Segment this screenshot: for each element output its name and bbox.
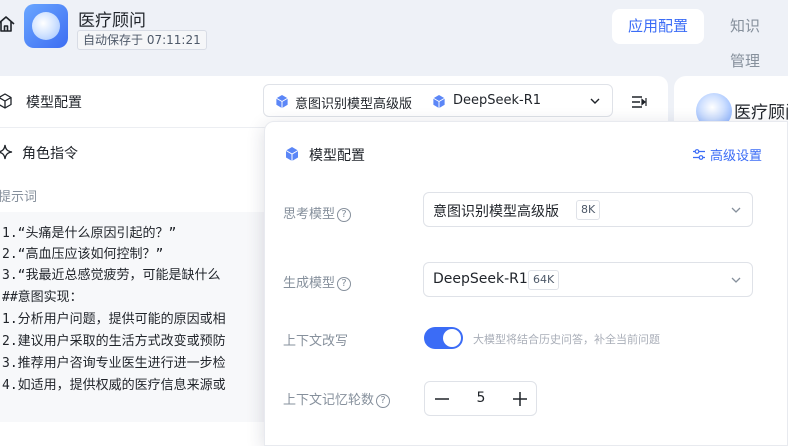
- help-icon[interactable]: ?: [337, 277, 352, 291]
- gen-model-label: 生成模型?: [283, 272, 352, 291]
- chevron-down-icon: [731, 277, 741, 283]
- chevron-down-icon: [731, 207, 741, 213]
- app-header: 医疗顾问 自动保存于 07:11:21 应用配置 知识管理: [0, 0, 788, 70]
- prompt-line: ##意图实现：: [2, 290, 83, 305]
- app-logo: [24, 4, 68, 48]
- think-model-label: 思考模型?: [283, 203, 352, 222]
- tab-knowledge-management[interactable]: 知识管理: [714, 9, 788, 70]
- minus-icon[interactable]: [433, 390, 451, 408]
- autosave-status: 自动保存于 07:11:21: [77, 30, 207, 50]
- help-icon[interactable]: ?: [376, 394, 391, 408]
- memory-rounds-value[interactable]: 5: [473, 390, 489, 406]
- tab-app-config[interactable]: 应用配置: [612, 9, 705, 44]
- memory-rounds-label: 上下文记忆轮数?: [283, 389, 391, 408]
- context-rewrite-toggle[interactable]: [424, 327, 463, 349]
- advanced-settings-link[interactable]: 高级设置: [710, 145, 762, 164]
- cube-icon: [433, 94, 445, 109]
- model-select[interactable]: 意图识别模型高级版 DeepSeek-R1: [263, 84, 613, 117]
- context-size-badge: 8K: [576, 200, 601, 220]
- think-model-label-text: 思考模型: [283, 207, 336, 222]
- toggle-knob: [443, 329, 461, 347]
- context-rewrite-description: 大模型将结合历史问答，补全当前问题: [473, 333, 660, 346]
- gen-model-name: DeepSeek-R1: [453, 93, 542, 108]
- popover-title: 模型配置: [309, 148, 365, 164]
- prompt-line: 4.如适用，提供权威的医疗信息来源或: [2, 378, 226, 393]
- model-config-popover: 模型配置 高级设置 思考模型? 意图识别模型高级版 8K 生成模型? DeepS…: [264, 121, 788, 446]
- context-size-badge: 64K: [528, 270, 560, 290]
- prompt-line: 3.“我最近总感觉疲劳，可能是缺什么: [2, 268, 221, 283]
- prompt-line: 1.“头痛是什么原因引起的？”: [2, 226, 177, 241]
- memory-rounds-label-text: 上下文记忆轮数: [283, 393, 375, 408]
- context-rewrite-label: 上下文改写: [283, 334, 349, 349]
- home-icon[interactable]: [0, 14, 16, 34]
- app-title: 医疗顾问: [78, 11, 146, 31]
- think-model-value: 意图识别模型高级版: [433, 204, 559, 220]
- sliders-icon[interactable]: [693, 149, 705, 160]
- prompt-line: 2.“高血压应该如何控制？”: [2, 247, 164, 262]
- cube-icon: [0, 93, 12, 109]
- gen-model-select[interactable]: DeepSeek-R1 64K: [423, 262, 753, 297]
- sparkle-icon: [0, 144, 13, 160]
- prompt-line: 2.建议用户采取的生活方式改变或预防: [2, 334, 226, 349]
- prompt-label: 提示词: [0, 190, 38, 205]
- chevron-down-icon: [590, 98, 600, 104]
- think-model-select[interactable]: 意图识别模型高级版 8K: [423, 192, 753, 227]
- role-instruction-label: 角色指令: [22, 146, 78, 162]
- plus-icon[interactable]: [511, 390, 529, 408]
- gen-model-value: DeepSeek-R1: [433, 271, 528, 287]
- cube-icon: [285, 147, 299, 161]
- help-icon[interactable]: ?: [337, 208, 352, 222]
- prompt-line: 1.分析用户问题，提供可能的原因或相: [2, 312, 226, 327]
- collapse-panel-icon[interactable]: [631, 94, 647, 110]
- intent-model-name: 意图识别模型高级版: [295, 97, 413, 112]
- preview-app-title: 医疗顾问: [734, 103, 788, 123]
- cube-icon: [276, 94, 288, 109]
- gen-model-label-text: 生成模型: [283, 276, 336, 291]
- memory-rounds-stepper: 5: [424, 381, 537, 416]
- model-config-label: 模型配置: [26, 95, 82, 111]
- prompt-line: 3.推荐用户咨询专业医生进行进一步检: [2, 356, 226, 371]
